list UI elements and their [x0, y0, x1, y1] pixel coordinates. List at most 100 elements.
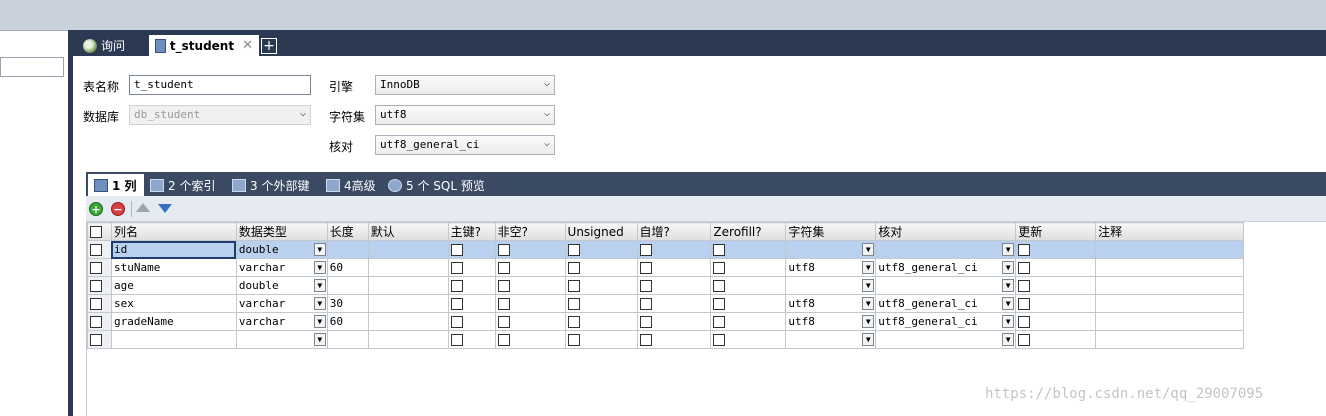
cell-zerofill-checkbox[interactable] — [713, 298, 726, 310]
cell-collation[interactable]: utf8_general_ci ▼ — [875, 258, 1017, 277]
chevron-down-icon[interactable]: ▼ — [313, 261, 326, 274]
cell-length[interactable]: 30 — [326, 294, 369, 313]
table-row[interactable]: stuName varchar ▼ 60 utf8 ▼ utf8_general_ci ▼ — [87, 258, 1244, 277]
table-row[interactable]: id double ▼ ▼ ▼ — [87, 240, 1244, 259]
cell-primary-key[interactable] — [447, 294, 496, 313]
chevron-down-icon[interactable]: ▼ — [313, 279, 326, 292]
header-auto-increment[interactable]: 自增? — [636, 222, 712, 241]
header-default[interactable]: 默认 — [367, 222, 449, 241]
cell-auto-increment-checkbox[interactable] — [639, 280, 652, 292]
cell-zerofill[interactable] — [710, 312, 787, 331]
cell-default[interactable] — [367, 240, 449, 259]
cell-data-type[interactable]: ▼ — [235, 330, 328, 349]
cell-default[interactable] — [367, 312, 449, 331]
cell-charset[interactable]: utf8 ▼ — [785, 312, 877, 331]
cell-unsigned[interactable] — [564, 276, 638, 295]
header-data-type[interactable]: 数据类型 — [235, 222, 328, 241]
header-length[interactable]: 长度 — [326, 222, 369, 241]
cell-comment[interactable] — [1095, 240, 1244, 259]
cell-not-null[interactable] — [494, 240, 566, 259]
subtab-columns[interactable]: 1 列 — [88, 174, 144, 196]
cell-auto-increment[interactable] — [636, 330, 712, 349]
row-select-cell[interactable] — [87, 240, 112, 259]
row-select-checkbox[interactable] — [90, 262, 102, 274]
cell-data-type[interactable]: double ▼ — [235, 276, 328, 295]
row-select-cell[interactable] — [87, 276, 112, 295]
cell-zerofill[interactable] — [710, 294, 787, 313]
cell-on-update-checkbox[interactable] — [1018, 316, 1031, 328]
cell-unsigned[interactable] — [564, 312, 638, 331]
table-row[interactable]: sex varchar ▼ 30 utf8 ▼ utf8_general_ci ▼ — [87, 294, 1244, 313]
cell-auto-increment[interactable] — [636, 276, 712, 295]
cell-length[interactable] — [326, 240, 369, 259]
cell-default[interactable] — [367, 258, 449, 277]
cell-charset[interactable]: ▼ — [785, 330, 877, 349]
cell-primary-key-checkbox[interactable] — [450, 280, 463, 292]
table-row[interactable]: age double ▼ ▼ ▼ — [87, 276, 1244, 295]
cell-on-update-checkbox[interactable] — [1018, 334, 1031, 346]
chevron-down-icon[interactable]: ▼ — [1002, 261, 1015, 274]
cell-length[interactable] — [326, 330, 369, 349]
cell-primary-key[interactable] — [447, 258, 496, 277]
header-on-update[interactable]: 更新 — [1015, 222, 1097, 241]
cell-auto-increment-checkbox[interactable] — [639, 244, 652, 256]
cell-auto-increment-checkbox[interactable] — [639, 298, 652, 310]
cell-not-null-checkbox[interactable] — [497, 280, 510, 292]
row-select-checkbox[interactable] — [90, 244, 102, 256]
chevron-down-icon[interactable]: ▼ — [862, 297, 875, 310]
cell-column-name[interactable]: stuName — [110, 258, 237, 277]
cell-not-null[interactable] — [494, 294, 566, 313]
engine-select[interactable]: InnoDB ⌵ — [375, 75, 555, 95]
cell-unsigned[interactable] — [564, 258, 638, 277]
cell-data-type[interactable]: varchar ▼ — [235, 258, 328, 277]
subtab-indexes[interactable]: 2 个索引 — [144, 174, 221, 196]
chevron-down-icon[interactable]: ▼ — [862, 315, 875, 328]
cell-primary-key[interactable] — [447, 312, 496, 331]
cell-length[interactable]: 60 — [326, 258, 369, 277]
cell-unsigned[interactable] — [564, 240, 638, 259]
cell-column-name[interactable] — [110, 330, 237, 349]
row-select-checkbox[interactable] — [90, 316, 102, 328]
cell-on-update[interactable] — [1015, 330, 1097, 349]
cell-zerofill-checkbox[interactable] — [713, 316, 726, 328]
cell-auto-increment-checkbox[interactable] — [639, 262, 652, 274]
cell-unsigned-checkbox[interactable] — [567, 262, 580, 274]
table-name-input[interactable]: t_student — [129, 75, 311, 95]
cell-zerofill-checkbox[interactable] — [713, 244, 726, 256]
tab-table-editor[interactable]: t_student ✕ — [149, 35, 259, 56]
cell-collation[interactable]: ▼ — [875, 240, 1017, 259]
cell-on-update-checkbox[interactable] — [1018, 280, 1031, 292]
table-row[interactable]: gradeName varchar ▼ 60 utf8 ▼ utf8_general_ci ▼ — [87, 312, 1244, 331]
cell-data-type[interactable]: varchar ▼ — [235, 294, 328, 313]
delete-column-button[interactable]: − — [111, 202, 125, 216]
chevron-down-icon[interactable]: ▼ — [313, 315, 326, 328]
cell-auto-increment[interactable] — [636, 258, 712, 277]
cell-not-null-checkbox[interactable] — [497, 262, 510, 274]
cell-primary-key[interactable] — [447, 276, 496, 295]
charset-select[interactable]: utf8 ⌵ — [375, 105, 555, 125]
cell-collation[interactable]: utf8_general_ci ▼ — [875, 294, 1017, 313]
select-all-checkbox[interactable] — [90, 226, 102, 238]
cell-charset[interactable]: ▼ — [785, 276, 877, 295]
chevron-down-icon[interactable]: ▼ — [862, 261, 875, 274]
cell-not-null[interactable] — [494, 312, 566, 331]
cell-not-null[interactable] — [494, 258, 566, 277]
row-select-cell[interactable] — [87, 330, 112, 349]
cell-collation[interactable]: utf8_general_ci ▼ — [875, 312, 1017, 331]
cell-length[interactable] — [326, 276, 369, 295]
chevron-down-icon[interactable]: ▼ — [313, 333, 326, 346]
header-not-null[interactable]: 非空? — [494, 222, 566, 241]
cell-on-update[interactable] — [1015, 240, 1097, 259]
chevron-down-icon[interactable]: ▼ — [1002, 279, 1015, 292]
chevron-down-icon[interactable]: ▼ — [1002, 315, 1015, 328]
cell-auto-increment[interactable] — [636, 312, 712, 331]
cell-collation[interactable]: ▼ — [875, 330, 1017, 349]
cell-not-null-checkbox[interactable] — [497, 298, 510, 310]
row-select-cell[interactable] — [87, 312, 112, 331]
cell-zerofill[interactable] — [710, 330, 787, 349]
select-all-checkbox-cell[interactable] — [87, 222, 112, 241]
cell-on-update[interactable] — [1015, 276, 1097, 295]
cell-primary-key-checkbox[interactable] — [450, 316, 463, 328]
cell-default[interactable] — [367, 294, 449, 313]
cell-column-name[interactable]: sex — [110, 294, 237, 313]
